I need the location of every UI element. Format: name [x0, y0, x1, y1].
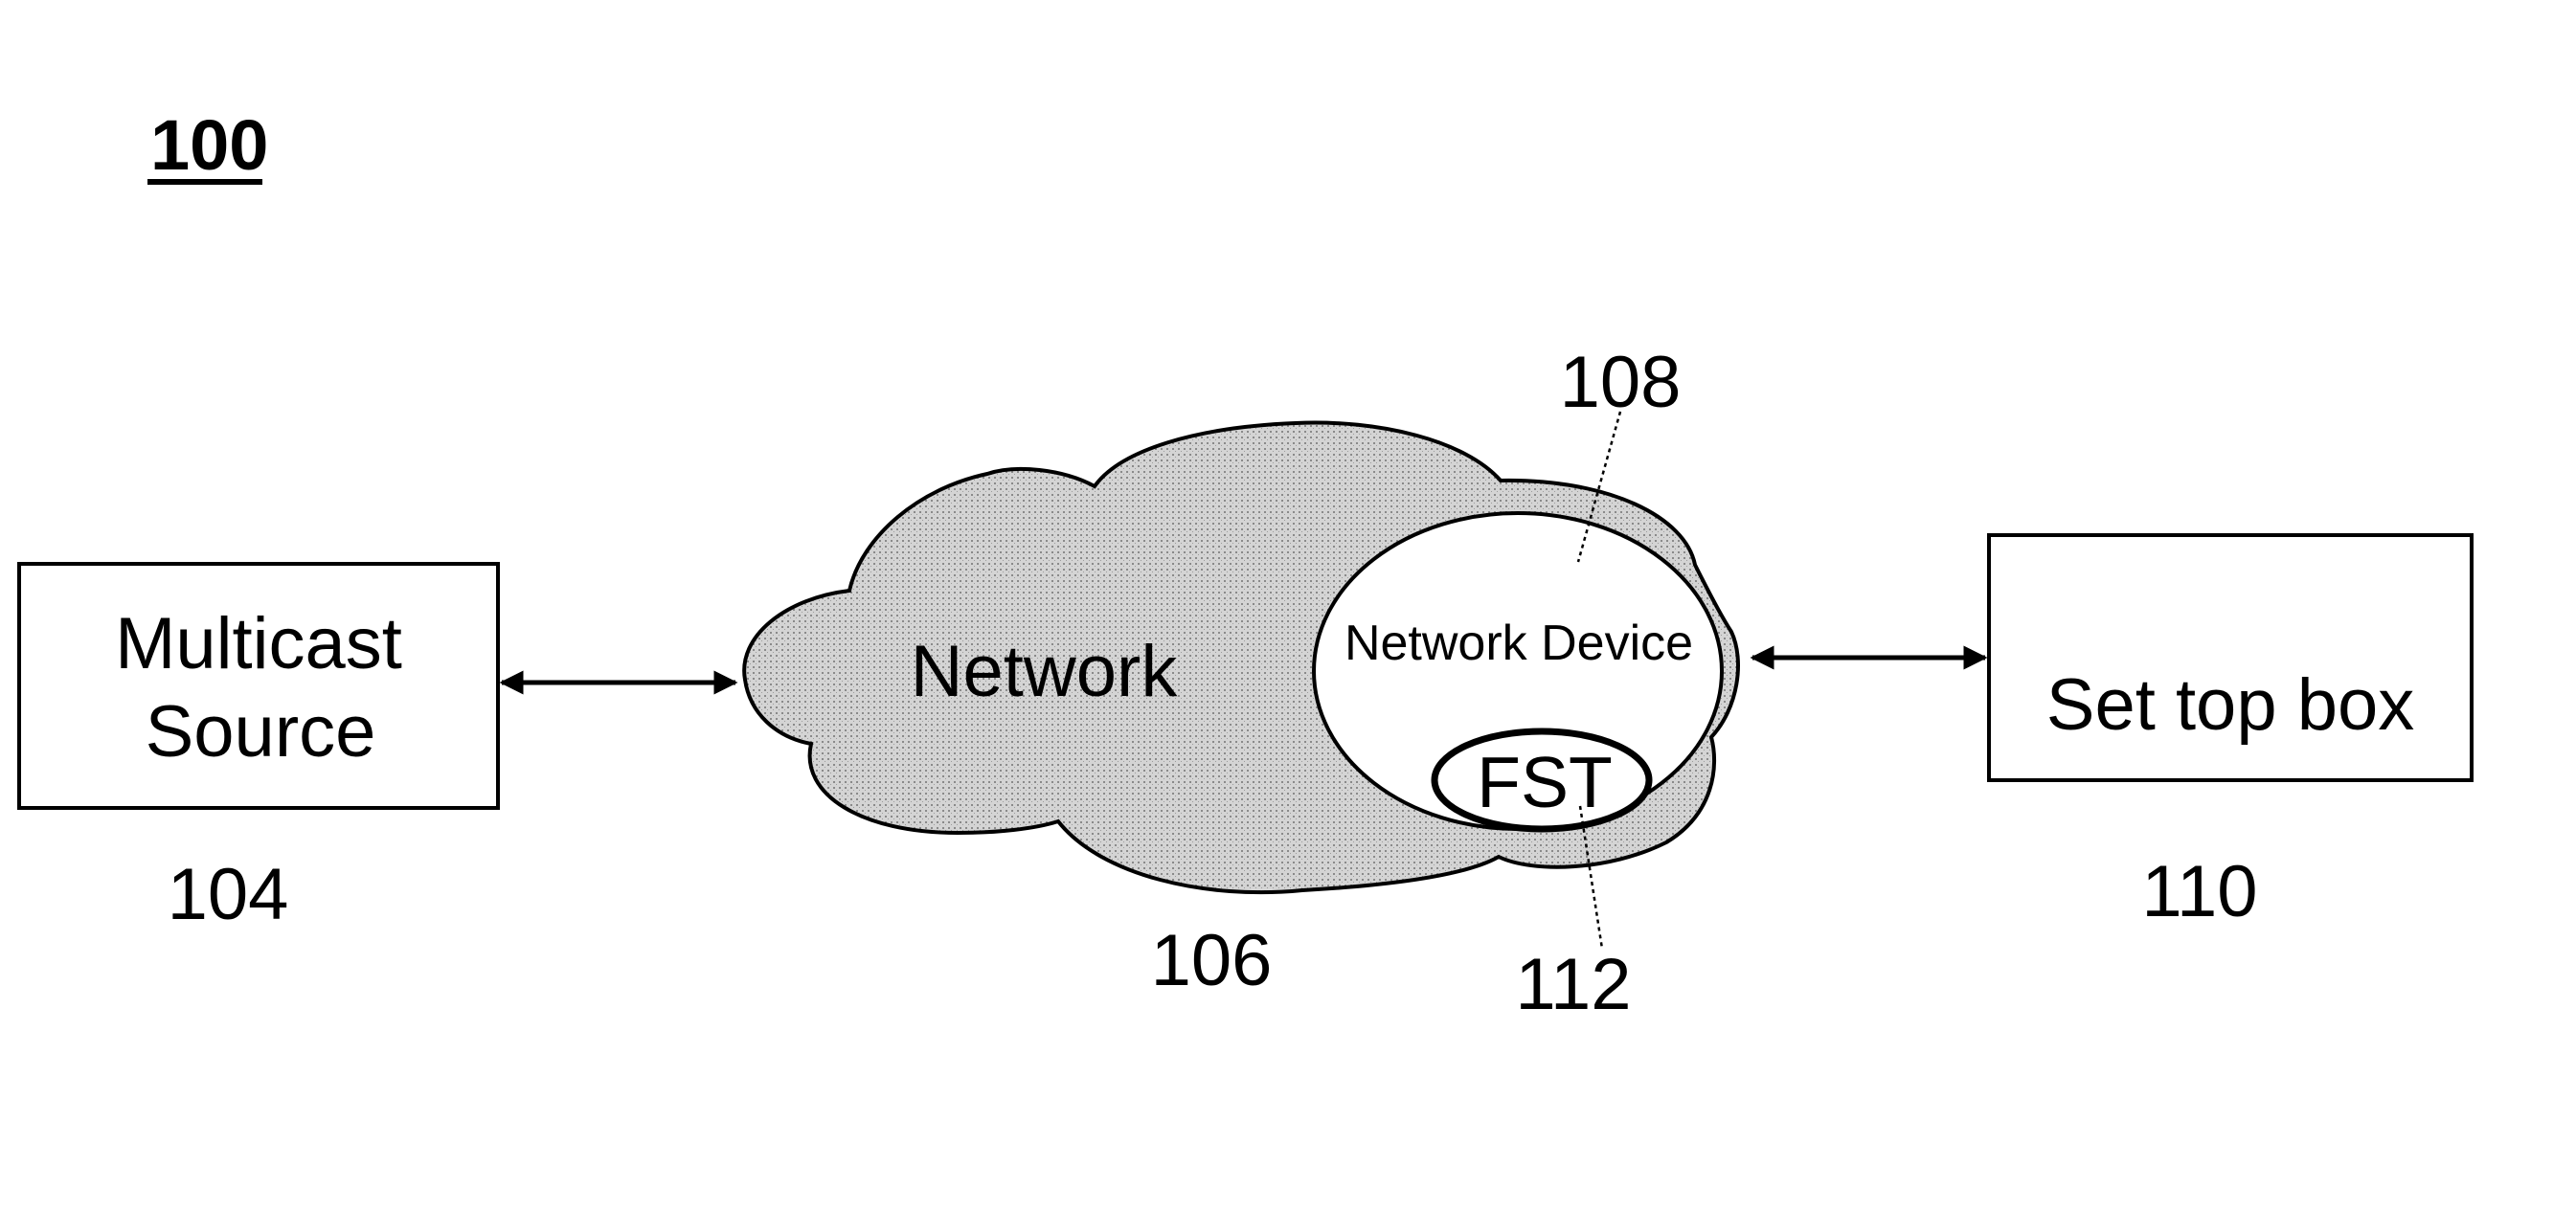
multicast-source-label-line1: Multicast	[115, 603, 402, 684]
fst-node[interactable]: FST	[1431, 728, 1653, 833]
fst-label: FST	[1477, 742, 1613, 822]
network-device-label: Network Device	[1344, 616, 1693, 671]
figure-number: 100	[147, 105, 268, 185]
set-top-box-node[interactable]: Set top box	[1987, 533, 2474, 782]
network-ref: 106	[1151, 920, 1273, 1001]
network-label: Network	[911, 631, 1179, 712]
multicast-source-node[interactable]: Multicast Source	[17, 562, 500, 810]
set-top-box-label: Set top box	[2046, 664, 2415, 746]
multicast-source-ref: 104	[168, 854, 289, 935]
figure-number-underline	[147, 179, 262, 185]
set-top-box-ref: 110	[2141, 851, 2257, 932]
diagram-canvas: 100 Multicast Source 104 Network 106 Net…	[17, 105, 2474, 1025]
multicast-source-label-line2: Source	[146, 691, 376, 773]
fst-ref: 112	[1515, 944, 1631, 1025]
figure-number-text: 100	[150, 105, 268, 185]
network-device-ref: 108	[1560, 342, 1682, 423]
